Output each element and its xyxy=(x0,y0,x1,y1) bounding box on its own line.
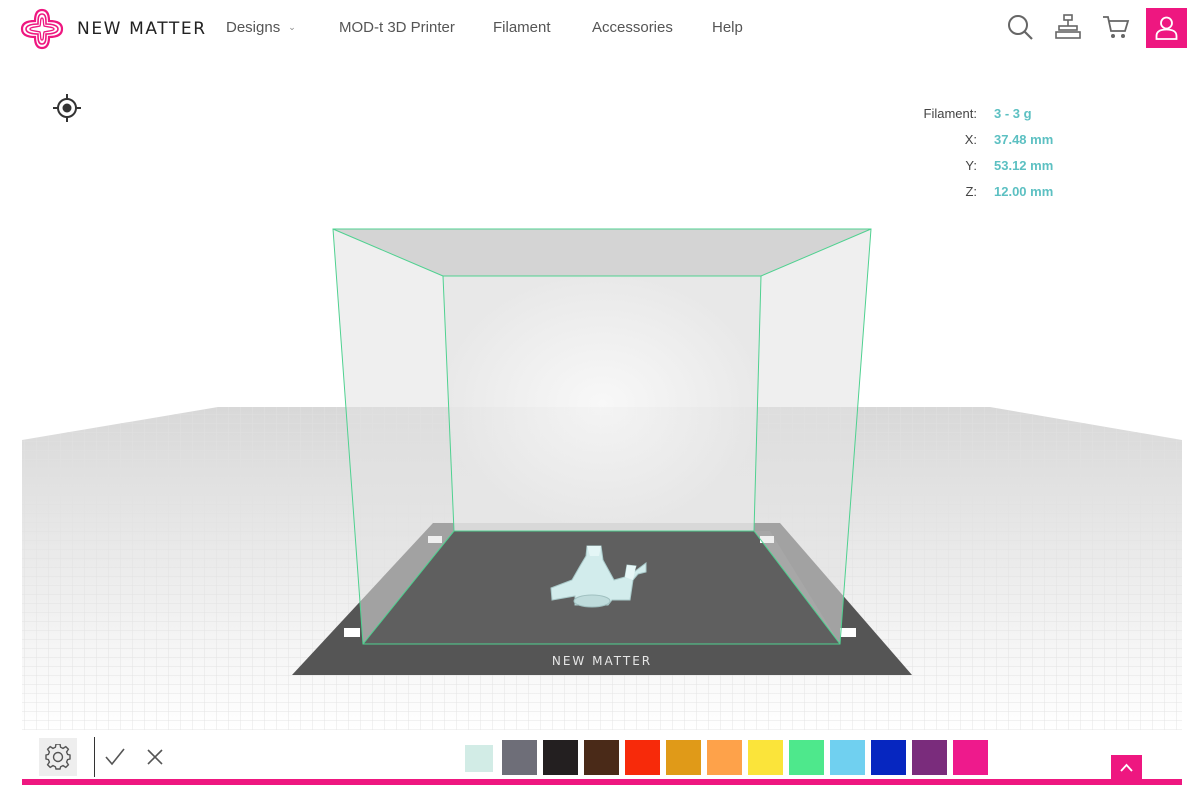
stat-value: 12.00 mm xyxy=(994,184,1054,199)
stat-value: 3 - 3 g xyxy=(994,106,1032,121)
color-swatch[interactable] xyxy=(953,740,988,775)
settings-icon xyxy=(45,744,71,770)
bed-clip xyxy=(344,628,360,637)
crosshair-icon[interactable] xyxy=(53,94,81,122)
stat-z: Z: 12.00 mm xyxy=(900,184,1100,204)
stat-filament: Filament: 3 - 3 g xyxy=(900,106,1100,126)
color-swatch[interactable] xyxy=(830,740,865,775)
nav-item-label: MOD-t 3D Printer xyxy=(339,19,455,36)
chevron-down-icon: ⌄ xyxy=(288,22,296,32)
color-swatch[interactable] xyxy=(666,740,701,775)
close-icon[interactable] xyxy=(144,746,166,768)
scroll-top-button[interactable] xyxy=(1111,755,1142,783)
color-swatch[interactable] xyxy=(912,740,947,775)
color-swatch[interactable] xyxy=(465,745,493,772)
printer-icon[interactable] xyxy=(1053,12,1083,42)
stat-value: 37.48 mm xyxy=(994,132,1054,147)
color-swatch[interactable] xyxy=(502,740,537,775)
color-swatch[interactable] xyxy=(871,740,906,775)
bed-clip xyxy=(840,628,856,637)
arrow-up-icon xyxy=(1120,763,1133,772)
stat-label: Y: xyxy=(965,158,977,173)
bed-label: NEW MATTER xyxy=(552,654,652,668)
color-swatch[interactable] xyxy=(707,740,742,775)
stat-y: Y: 53.12 mm xyxy=(900,158,1100,178)
nav-item-help[interactable]: Help xyxy=(712,19,743,36)
color-swatch[interactable] xyxy=(789,740,824,775)
build-volume-back xyxy=(443,276,761,531)
user-icon xyxy=(1155,16,1178,40)
nav-item-accessories[interactable]: Accessories xyxy=(592,19,673,36)
toolbar-divider xyxy=(94,737,95,777)
nav-item-label: Accessories xyxy=(592,19,673,36)
nav-item-label: Help xyxy=(712,19,743,36)
stat-label: Filament: xyxy=(923,106,977,121)
stat-label: Z: xyxy=(965,184,977,199)
site-header: NEW MATTER Designs ⌄ MOD-t 3D Printer Fil… xyxy=(0,0,1200,56)
color-swatch[interactable] xyxy=(584,740,619,775)
color-swatch[interactable] xyxy=(543,740,578,775)
nav-item-designs[interactable]: Designs ⌄ xyxy=(226,19,296,36)
settings-button[interactable] xyxy=(39,738,77,776)
stat-label: X: xyxy=(964,132,977,147)
color-swatch[interactable] xyxy=(748,740,783,775)
nav-item-label: Designs xyxy=(226,19,281,36)
stat-value: 53.12 mm xyxy=(994,158,1054,173)
nav-item-mod-t-3d-printer[interactable]: MOD-t 3D Printer xyxy=(339,19,455,36)
brand-name[interactable]: NEW MATTER xyxy=(77,19,207,39)
bottom-accent-bar xyxy=(22,779,1182,785)
check-icon[interactable] xyxy=(104,746,126,768)
account-button[interactable] xyxy=(1146,8,1187,48)
search-icon[interactable] xyxy=(1005,12,1035,42)
nav-item-label: Filament xyxy=(493,19,551,36)
stat-x: X: 37.48 mm xyxy=(900,132,1100,152)
page: NEW MATTER Designs ⌄ MOD-t 3D Printer Fil… xyxy=(0,0,1200,799)
new-matter-logo-icon[interactable] xyxy=(18,6,66,52)
color-swatch[interactable] xyxy=(625,740,660,775)
cart-icon[interactable] xyxy=(1101,12,1131,42)
bottom-toolbar xyxy=(0,730,1200,799)
nav-item-filament[interactable]: Filament xyxy=(493,19,551,36)
